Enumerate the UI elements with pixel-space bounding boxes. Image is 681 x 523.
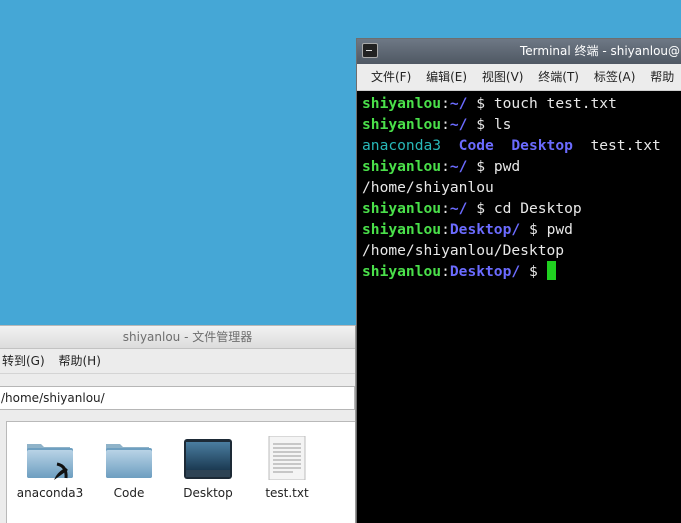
folder-link-icon bbox=[27, 444, 73, 480]
terminal-line: /home/shiyanlou/Desktop bbox=[362, 242, 565, 259]
terminal-line: /home/shiyanlou bbox=[362, 179, 494, 196]
terminal-screen[interactable]: shiyanlou:~/ $ touch test.txt shiyanlou:~… bbox=[357, 91, 681, 523]
text-file-icon bbox=[268, 436, 306, 480]
terminal-menubar: 文件(F) 编辑(E) 视图(V) 终端(T) 标签(A) 帮助 bbox=[357, 64, 681, 91]
terminal-line: shiyanlou:~/ $ cd Desktop bbox=[362, 200, 582, 217]
location-input[interactable]: /home/shiyanlou/ bbox=[0, 386, 355, 410]
file-item-label: Desktop bbox=[183, 486, 233, 500]
terminal-title: Terminal 终端 - shiyanlou@ bbox=[520, 44, 681, 58]
file-item-test-txt[interactable]: test.txt bbox=[247, 436, 327, 500]
menu-help[interactable]: 帮助(H) bbox=[59, 349, 101, 374]
file-item-anaconda3[interactable]: anaconda3 bbox=[10, 436, 90, 500]
terminal-line: shiyanlou:~/ $ pwd bbox=[362, 158, 521, 175]
terminal-icon[interactable] bbox=[362, 43, 378, 58]
desktop-folder-icon bbox=[184, 439, 232, 479]
file-item-label: test.txt bbox=[265, 486, 309, 500]
file-manager-title[interactable]: shiyanlou - 文件管理器 bbox=[0, 326, 355, 349]
terminal-line: shiyanlou:Desktop/ $ pwd bbox=[362, 221, 573, 238]
menu-edit[interactable]: 编辑(E) bbox=[426, 70, 467, 84]
file-item-label: Code bbox=[113, 486, 145, 500]
terminal-titlebar[interactable]: Terminal 终端 - shiyanlou@ bbox=[357, 39, 681, 64]
file-manager-window: shiyanlou - 文件管理器 转到(G) 帮助(H) /home/shiy… bbox=[0, 325, 356, 523]
file-item-label: anaconda3 bbox=[16, 486, 84, 500]
terminal-cursor bbox=[546, 261, 556, 280]
menu-goto[interactable]: 转到(G) bbox=[2, 349, 45, 374]
terminal-line: shiyanlou:Desktop/ $ bbox=[362, 261, 681, 282]
terminal-window: Terminal 终端 - shiyanlou@ 文件(F) 编辑(E) 视图(… bbox=[356, 38, 681, 523]
menu-help[interactable]: 帮助 bbox=[650, 70, 674, 84]
file-item-desktop[interactable]: Desktop bbox=[168, 436, 248, 500]
file-item-code[interactable]: Code bbox=[89, 436, 169, 500]
terminal-line: shiyanlou:~/ $ touch test.txt bbox=[362, 95, 617, 112]
folder-icon bbox=[106, 444, 152, 478]
file-manager-menubar: 转到(G) 帮助(H) bbox=[0, 349, 355, 374]
terminal-line: anaconda3 Code Desktop test.txt bbox=[362, 137, 661, 154]
file-list: anaconda3 Code Desktop test.txt bbox=[6, 421, 355, 523]
terminal-line: shiyanlou:~/ $ ls bbox=[362, 116, 512, 133]
menu-tabs[interactable]: 标签(A) bbox=[594, 70, 636, 84]
menu-view[interactable]: 视图(V) bbox=[482, 70, 524, 84]
menu-file[interactable]: 文件(F) bbox=[371, 70, 411, 84]
location-bar: /home/shiyanlou/ bbox=[0, 374, 355, 418]
menu-terminal[interactable]: 终端(T) bbox=[538, 70, 579, 84]
